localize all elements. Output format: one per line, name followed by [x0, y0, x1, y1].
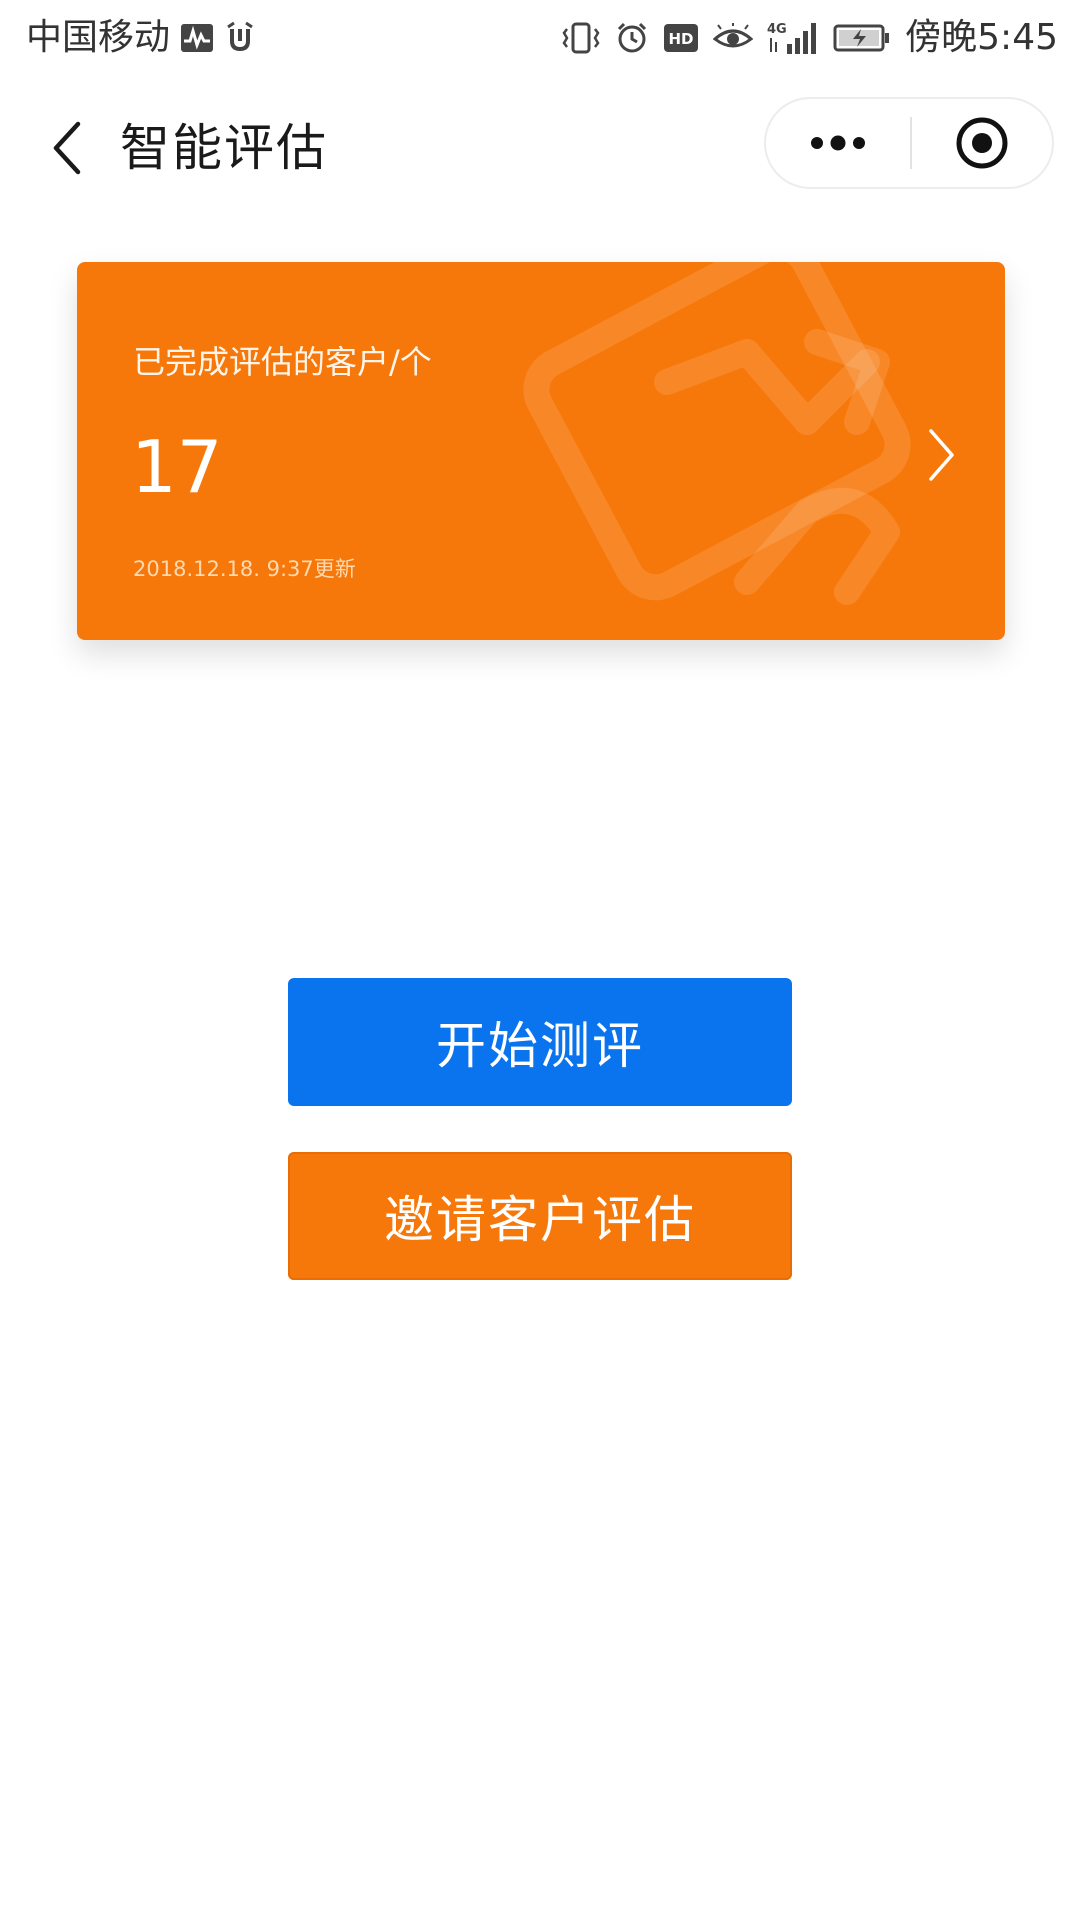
completed-clients-card[interactable]: 已完成评估的客户/个 17 2018.12.18. 9:37更新 [77, 262, 1005, 640]
battery-charging-icon [833, 23, 891, 53]
status-right: HD 4G 傍晚5:45 [561, 12, 1058, 64]
completed-count: 17 [131, 425, 223, 509]
carrier-name: 中国移动 [26, 17, 171, 58]
invite-client-button[interactable]: 邀请客户评估 [288, 1152, 792, 1280]
page-title: 智能评估 [120, 119, 328, 177]
card-arrow [917, 420, 965, 490]
notification-icon [224, 21, 256, 55]
svg-text:4G: 4G [767, 22, 787, 37]
more-button[interactable] [766, 99, 910, 187]
close-miniprogram-button[interactable] [912, 99, 1052, 187]
chevron-left-icon [53, 121, 81, 175]
status-bar: 中国移动 HD 4G 傍晚5:45 [0, 0, 1080, 76]
vibrate-icon [561, 21, 601, 55]
back-button[interactable] [30, 110, 106, 186]
more-dots-icon [811, 135, 865, 151]
signal-icon: 4G [767, 20, 819, 56]
target-icon [956, 117, 1008, 169]
screen: 中国移动 HD 4G 傍晚5:45 智能评估 已完成评估的客户/个 17 201… [0, 0, 1080, 1920]
start-assessment-button[interactable]: 开始测评 [288, 978, 792, 1106]
update-timestamp: 2018.12.18. 9:37更新 [133, 557, 356, 581]
eye-icon [713, 23, 754, 53]
nav-bar: 智能评估 [0, 90, 1080, 206]
activity-icon [180, 23, 214, 53]
card-label: 已完成评估的客户/个 [133, 343, 432, 381]
hd-icon: HD [663, 23, 699, 53]
status-left: 中国移动 [26, 12, 256, 64]
clock-time: 傍晚5:45 [905, 17, 1058, 58]
miniprogram-capsule [764, 97, 1054, 189]
svg-text:HD: HD [669, 30, 694, 48]
alarm-icon [615, 21, 649, 55]
chevron-right-icon [929, 429, 954, 481]
